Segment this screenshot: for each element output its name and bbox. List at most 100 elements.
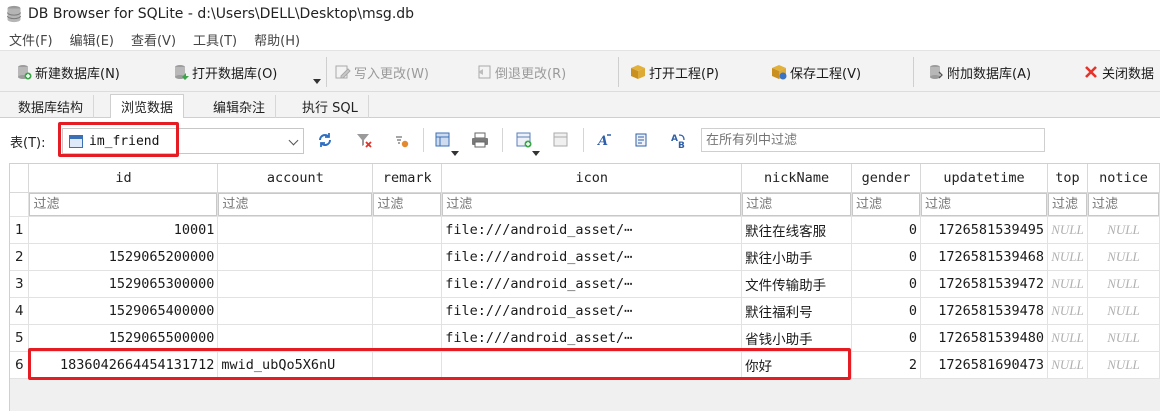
chevron-down-icon[interactable] — [288, 135, 299, 146]
row-number[interactable]: 2 — [10, 243, 30, 271]
cell-updatetime[interactable]: 1726581690473 — [920, 351, 1048, 379]
cell-id[interactable]: 10001 — [28, 216, 219, 244]
filter-input-account[interactable] — [218, 192, 372, 215]
cell-icon[interactable]: file:///android_asset/⋯ — [441, 270, 743, 298]
table-row[interactable]: 4 1529065400000 file:///android_asset/⋯ 默往福… — [10, 297, 1160, 325]
revert-changes-button[interactable]: 倒退更改(R) — [476, 59, 566, 85]
filter-input-top[interactable] — [1047, 192, 1087, 215]
cell-remark[interactable] — [372, 297, 443, 325]
cell-gender[interactable]: 0 — [851, 324, 921, 352]
row-number[interactable]: 1 — [10, 216, 30, 244]
cell-top[interactable]: NULL — [1047, 270, 1088, 298]
filter-input-icon[interactable] — [442, 192, 741, 215]
column-header-notice[interactable]: notice — [1087, 164, 1160, 193]
cell-gender[interactable]: 0 — [851, 270, 921, 298]
column-header-icon[interactable]: icon — [441, 164, 743, 193]
open-database-dropdown-icon[interactable] — [313, 79, 321, 84]
cell-icon[interactable]: file:///android_asset/⋯ — [441, 216, 743, 244]
menu-help[interactable]: 帮助(H) — [254, 30, 300, 49]
cell-updatetime[interactable]: 1726581539478 — [920, 297, 1048, 325]
filter-input-notice[interactable] — [1087, 192, 1159, 215]
cell-account[interactable] — [217, 297, 374, 325]
cell-id[interactable]: 1529065500000 — [28, 324, 219, 352]
cell-nickname[interactable]: 默往福利号 — [741, 297, 853, 325]
column-header-account[interactable]: account — [217, 164, 374, 193]
cell-account[interactable] — [217, 216, 374, 244]
table-row[interactable]: 3 1529065300000 file:///android_asset/⋯ 文件传… — [10, 270, 1160, 298]
print-icon[interactable] — [471, 131, 489, 149]
cell-updatetime[interactable]: 1726581539495 — [920, 216, 1048, 244]
cell-remark[interactable] — [372, 216, 443, 244]
table-row[interactable]: 5 1529065500000 file:///android_asset/⋯ 省钱小… — [10, 324, 1160, 352]
cell-gender[interactable]: 0 — [851, 243, 921, 271]
column-header-remark[interactable]: remark — [372, 164, 443, 193]
menu-tools[interactable]: 工具(T) — [193, 30, 237, 49]
new-database-button[interactable]: 新建数据库(N) — [16, 59, 120, 85]
column-header-id[interactable]: id — [28, 164, 219, 193]
delete-record-icon[interactable] — [552, 131, 570, 149]
cell-nickname[interactable]: 默往小助手 — [741, 243, 853, 271]
cell-id[interactable]: 1529065200000 — [28, 243, 219, 271]
menu-view[interactable]: 查看(V) — [131, 30, 176, 49]
header-corner[interactable] — [10, 164, 30, 193]
cell-notice[interactable]: NULL — [1087, 297, 1160, 325]
cell-account[interactable] — [217, 243, 374, 271]
save-view-dropdown-icon[interactable] — [451, 151, 459, 156]
cell-icon[interactable]: file:///android_asset/⋯ — [441, 297, 743, 325]
cell-icon[interactable] — [441, 351, 743, 379]
find-replace-icon[interactable]: AB — [670, 131, 688, 149]
cell-gender[interactable]: 0 — [851, 216, 921, 244]
cell-remark[interactable] — [372, 351, 443, 379]
filter-input-updatetime[interactable] — [921, 192, 1047, 215]
column-header-updatetime[interactable]: updatetime — [920, 164, 1048, 193]
tab-database-structure[interactable]: 数据库结构 — [8, 95, 95, 118]
cell-id[interactable]: 1529065400000 — [28, 297, 219, 325]
save-view-icon[interactable] — [434, 131, 452, 149]
row-number[interactable]: 3 — [10, 270, 30, 298]
cell-top[interactable]: NULL — [1047, 351, 1088, 379]
filter-input-id[interactable] — [29, 192, 217, 215]
open-database-button[interactable]: 打开数据库(O) — [173, 59, 277, 85]
table-select[interactable]: im_friend — [62, 128, 304, 154]
insert-record-dropdown-icon[interactable] — [532, 151, 540, 156]
cell-nickname[interactable]: 你好 — [741, 351, 853, 379]
cell-updatetime[interactable]: 1726581539468 — [920, 243, 1048, 271]
cell-top[interactable]: NULL — [1047, 324, 1088, 352]
cell-top[interactable]: NULL — [1047, 297, 1088, 325]
filter-input-nickname[interactable] — [742, 192, 851, 215]
menu-file[interactable]: 文件(F) — [9, 30, 53, 49]
cell-icon[interactable]: file:///android_asset/⋯ — [441, 243, 743, 271]
cell-nickname[interactable]: 省钱小助手 — [741, 324, 853, 352]
cell-id[interactable]: 1529065300000 — [28, 270, 219, 298]
filter-input-remark[interactable] — [373, 192, 441, 215]
tab-browse-data[interactable]: 浏览数据 — [110, 94, 185, 119]
column-header-nickname[interactable]: nickName — [741, 164, 853, 193]
attach-database-button[interactable]: 附加数据库(A) — [928, 59, 1031, 85]
close-database-button[interactable]: 关闭数据 — [1083, 59, 1154, 85]
table-row[interactable]: 6 1836042664454131712 mwid_ubQo5X6nU 你好 2 172… — [10, 351, 1160, 379]
table-row[interactable]: 1 10001 file:///android_asset/⋯ 默往在线客服 0 1726… — [10, 216, 1160, 244]
cell-id[interactable]: 1836042664454131712 — [28, 351, 219, 379]
cell-gender[interactable]: 2 — [851, 351, 921, 379]
menu-edit[interactable]: 编辑(E) — [70, 30, 114, 49]
filter-input-gender[interactable] — [852, 192, 920, 215]
font-format-icon[interactable]: A — [596, 131, 614, 149]
cell-notice[interactable]: NULL — [1087, 324, 1160, 352]
refresh-icon[interactable] — [316, 131, 334, 149]
save-project-button[interactable]: 保存工程(V) — [771, 59, 861, 85]
cell-notice[interactable]: NULL — [1087, 270, 1160, 298]
cell-account[interactable] — [217, 324, 374, 352]
cell-gender[interactable]: 0 — [851, 297, 921, 325]
table-row[interactable]: 2 1529065200000 file:///android_asset/⋯ 默往小… — [10, 243, 1160, 271]
cell-updatetime[interactable]: 1726581539480 — [920, 324, 1048, 352]
clear-filters-icon[interactable] — [355, 131, 373, 149]
cell-notice[interactable]: NULL — [1087, 351, 1160, 379]
cell-account[interactable] — [217, 270, 374, 298]
row-number[interactable]: 6 — [10, 351, 30, 379]
cell-nickname[interactable]: 文件传输助手 — [741, 270, 853, 298]
cell-notice[interactable]: NULL — [1087, 216, 1160, 244]
cell-top[interactable]: NULL — [1047, 243, 1088, 271]
open-project-button[interactable]: 打开工程(P) — [630, 59, 719, 85]
tab-edit-pragmas[interactable]: 编辑杂注 — [203, 95, 277, 118]
column-header-gender[interactable]: gender — [851, 164, 921, 193]
